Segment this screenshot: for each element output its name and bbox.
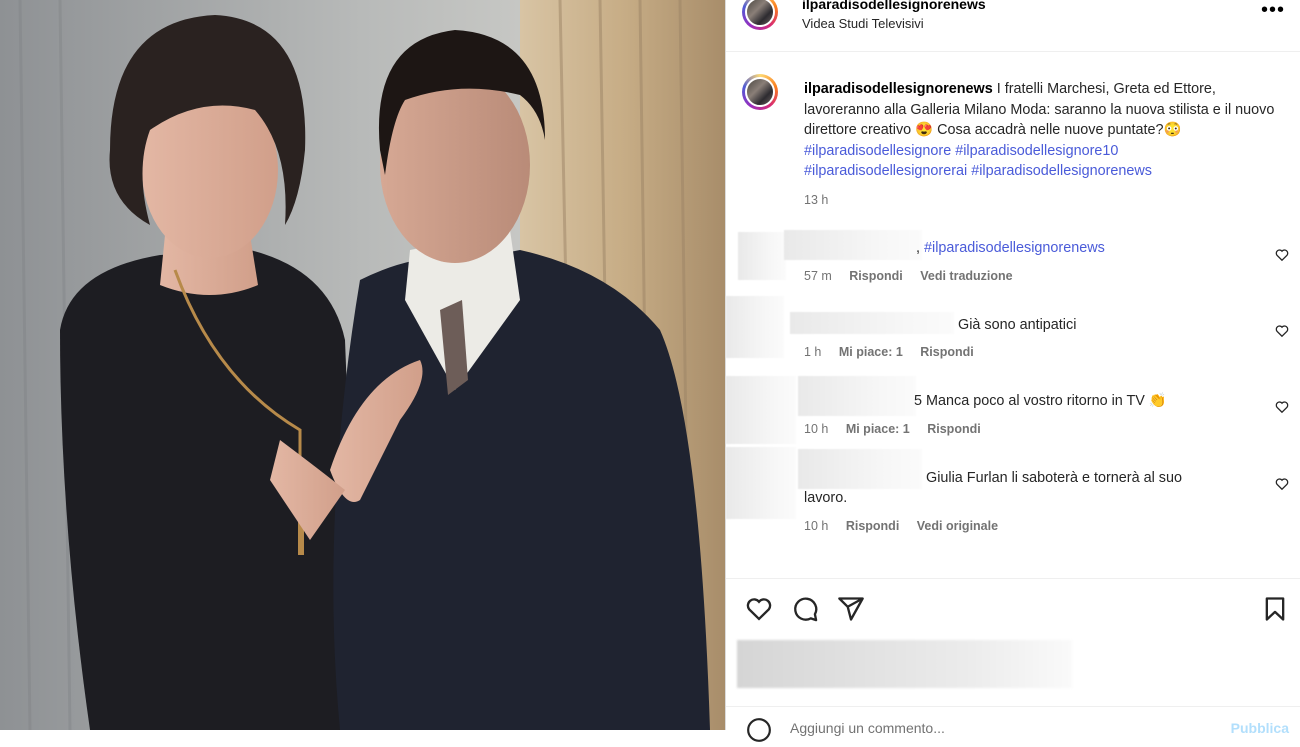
redacted-username	[790, 312, 954, 334]
post-header: ilparadisodellesignorenews Videa Studi T…	[726, 0, 1300, 52]
reply-button[interactable]: Rispondi	[846, 519, 899, 533]
comment-time[interactable]: 10 h	[804, 519, 828, 533]
redacted-avatar	[726, 296, 784, 358]
redacted-username	[798, 449, 922, 489]
post-photo-illustration	[0, 0, 725, 730]
comment-likes[interactable]: Mi piace: 1	[846, 422, 910, 436]
redacted-likes	[737, 640, 1072, 688]
comment-meta: 1 h Mi piace: 1 Rispondi	[804, 345, 988, 359]
redacted-username	[784, 230, 922, 260]
comment-text: Già sono antipatici	[958, 317, 1077, 333]
flushed-emoji: 😳	[1163, 122, 1182, 138]
comment-prefix: ,	[916, 240, 924, 256]
hashtag-link[interactable]: #ilparadisodellesignorenews	[971, 163, 1152, 179]
post-details-panel: ilparadisodellesignorenews Videa Studi T…	[725, 0, 1300, 742]
reply-button[interactable]: Rispondi	[920, 345, 973, 359]
redacted-avatar	[738, 232, 786, 280]
heart-icon[interactable]	[1275, 248, 1289, 262]
comment-time[interactable]: 10 h	[804, 422, 828, 436]
redacted-avatar	[726, 447, 796, 519]
hashtag-link[interactable]: #ilparadisodellesignorenews	[924, 240, 1105, 256]
caption-timestamp[interactable]: 13 h	[804, 193, 828, 207]
avatar[interactable]	[742, 0, 778, 30]
comment-text: , #ilparadisodellesignorenews	[916, 238, 1105, 259]
see-original-button[interactable]: Vedi originale	[917, 519, 998, 533]
post-image	[0, 0, 725, 730]
comment-icon[interactable]	[791, 595, 819, 623]
post-username[interactable]: ilparadisodellesignorenews	[802, 0, 986, 12]
add-comment-bar: Pubblica	[726, 706, 1300, 747]
caption-username[interactable]: ilparadisodellesignorenews	[804, 81, 993, 97]
comment-text: 5 Manca poco al vostro ritorno in TV 👏	[914, 393, 1167, 409]
heart-icon[interactable]	[745, 595, 773, 623]
heart-icon[interactable]	[1275, 400, 1289, 414]
share-icon[interactable]	[837, 595, 865, 623]
more-options-icon[interactable]: •••	[1261, 0, 1285, 20]
publish-button[interactable]: Pubblica	[1231, 720, 1289, 736]
comment-meta: 10 h Mi piace: 1 Rispondi	[804, 422, 995, 436]
heart-icon[interactable]	[1275, 324, 1289, 338]
post-location[interactable]: Videa Studi Televisivi	[802, 16, 924, 31]
caption-text: ilparadisodellesignorenews I fratelli Ma…	[804, 79, 1284, 182]
comment-input[interactable]	[790, 720, 1190, 736]
heart-icon[interactable]	[1275, 477, 1289, 491]
comment-meta: 10 h Rispondi Vedi originale	[804, 519, 1012, 533]
reply-button[interactable]: Rispondi	[849, 269, 902, 283]
comment-meta: 57 m Rispondi Vedi traduzione	[804, 269, 1027, 283]
bookmark-icon[interactable]	[1261, 595, 1289, 623]
heart-eyes-emoji: 😍	[915, 122, 934, 138]
see-translation-button[interactable]: Vedi traduzione	[920, 269, 1012, 283]
hashtag-link[interactable]: #ilparadisodellesignore10	[955, 143, 1118, 159]
caption-avatar[interactable]	[742, 74, 778, 110]
hashtag-link[interactable]: #ilparadisodellesignorerai	[804, 163, 967, 179]
caption-body-2: Cosa accadrà nelle nuove puntate?	[933, 122, 1164, 138]
emoji-icon[interactable]	[746, 717, 772, 743]
hashtag-link[interactable]: #ilparadisodellesignore	[804, 143, 951, 159]
comment-time[interactable]: 57 m	[804, 269, 832, 283]
comment-text: Giulia Furlan li saboterà e tornerà al s…	[926, 470, 1182, 486]
post-action-bar	[726, 578, 1300, 639]
comment-time[interactable]: 1 h	[804, 345, 821, 359]
redacted-avatar	[726, 376, 796, 444]
redacted-username	[798, 376, 916, 416]
comment-text-continued: lavoro.	[804, 490, 848, 506]
reply-button[interactable]: Rispondi	[927, 422, 980, 436]
comment-likes[interactable]: Mi piace: 1	[839, 345, 903, 359]
